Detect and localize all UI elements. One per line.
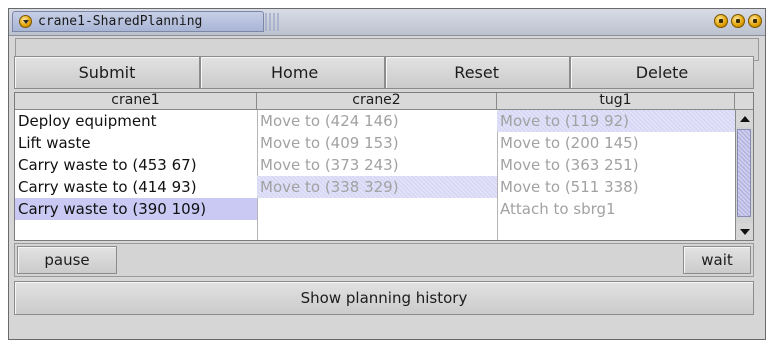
column-header-crane2[interactable]: crane2: [257, 93, 497, 109]
list-item-highlighted[interactable]: Move to (119 92): [497, 110, 735, 132]
title-tab[interactable]: crane1-SharedPlanning: [12, 11, 264, 32]
reset-button[interactable]: Reset: [385, 56, 570, 89]
pause-button[interactable]: pause: [17, 246, 117, 274]
show-planning-history-button[interactable]: Show planning history: [14, 281, 754, 315]
list-item[interactable]: Move to (373 243): [257, 154, 497, 176]
control-bar: pause wait: [14, 243, 754, 277]
list-item[interactable]: Deploy equipment: [15, 110, 257, 132]
maximize-icon[interactable]: [731, 14, 745, 28]
list-item[interactable]: Carry waste to (453 67): [15, 154, 257, 176]
toolbar: Submit Home Reset Delete: [14, 56, 754, 89]
list-item-highlighted[interactable]: Move to (338 329): [257, 176, 497, 198]
window-title: crane1-SharedPlanning: [38, 14, 203, 29]
list-item[interactable]: Move to (424 146): [257, 110, 497, 132]
crane1-column: Deploy equipment Lift waste Carry waste …: [15, 110, 258, 240]
list-item[interactable]: Move to (363 251): [497, 154, 735, 176]
scroll-up-button[interactable]: [736, 110, 753, 127]
tug1-column: Move to (119 92) Move to (200 145) Move …: [497, 110, 735, 240]
plan-table: crane1 crane2 tug1 Deploy equipment Lift…: [14, 92, 754, 241]
wait-button[interactable]: wait: [683, 246, 751, 274]
table-header: crane1 crane2 tug1: [15, 93, 753, 110]
delete-button[interactable]: Delete: [570, 56, 754, 89]
title-bar[interactable]: crane1-SharedPlanning: [9, 9, 765, 36]
scroll-down-button[interactable]: [736, 223, 753, 240]
column-header-tug1[interactable]: tug1: [497, 93, 735, 109]
list-item[interactable]: Attach to sbrg1: [497, 198, 735, 220]
list-item[interactable]: Lift waste: [15, 132, 257, 154]
minimize-icon[interactable]: [714, 14, 728, 28]
window-menu-icon[interactable]: [19, 15, 32, 28]
home-button[interactable]: Home: [200, 56, 385, 89]
arrow-up-icon: [739, 115, 750, 122]
list-item-selected[interactable]: Carry waste to (390 109): [15, 198, 257, 220]
list-item[interactable]: Move to (511 338): [497, 176, 735, 198]
header-corner: [735, 93, 753, 109]
vertical-scrollbar[interactable]: [735, 110, 753, 240]
list-item[interactable]: [257, 198, 497, 220]
list-item[interactable]: Carry waste to (414 93): [15, 176, 257, 198]
list-item[interactable]: Move to (409 153): [257, 132, 497, 154]
submit-button[interactable]: Submit: [14, 56, 200, 89]
arrow-down-icon: [739, 228, 750, 235]
column-header-crane1[interactable]: crane1: [15, 93, 257, 109]
crane2-column: Move to (424 146) Move to (409 153) Move…: [257, 110, 498, 240]
close-icon[interactable]: [748, 14, 762, 28]
title-grip: [265, 13, 279, 31]
list-item[interactable]: Move to (200 145): [497, 132, 735, 154]
scrollbar-thumb[interactable]: [737, 129, 751, 217]
